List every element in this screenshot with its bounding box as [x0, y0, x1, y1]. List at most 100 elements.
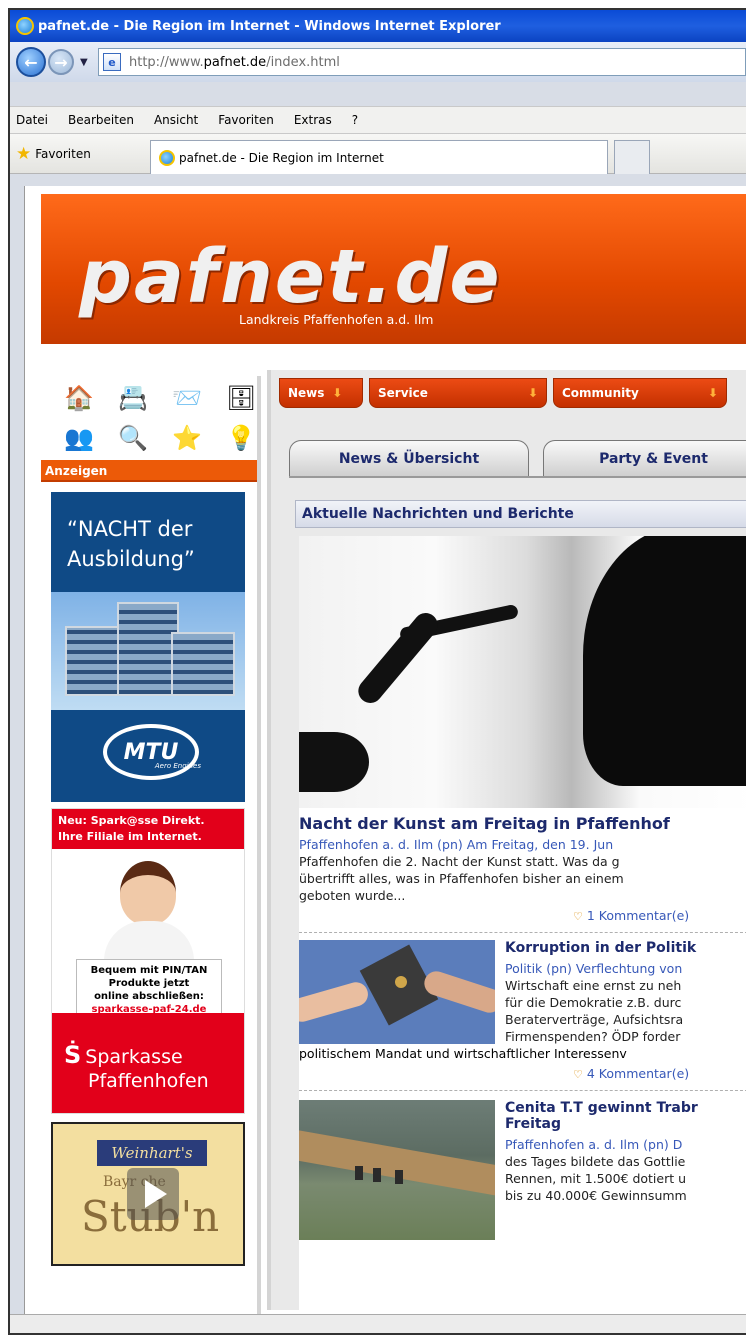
favorites-star-icon[interactable]: ★ — [16, 144, 31, 164]
browser-window: pafnet.de - Die Region im Internet - Win… — [8, 8, 746, 1335]
ad-mtu-building-image — [51, 592, 245, 710]
ad-sparkasse-brand: Ṡ Sparkasse Pfaffenhofen — [52, 1013, 244, 1113]
article-1-line-4: geboten wurde... — [299, 888, 406, 903]
article-3-line-1: Pfaffenhofen a. d. Ilm (pn) D — [505, 1137, 683, 1152]
comment-icon: ♡ — [573, 910, 583, 923]
tab-underline — [289, 476, 746, 478]
ad-sparkasse[interactable]: Neu: Spark@sse Direkt. Ihre Filiale im I… — [51, 808, 245, 1114]
tab-ie-icon — [159, 149, 175, 166]
menu-help[interactable]: ? — [352, 113, 358, 127]
nav-service-label: Service — [378, 386, 428, 400]
hand-shape — [299, 979, 371, 1025]
article-2-comments[interactable]: ♡ 4 Kommentar(e) — [573, 1066, 689, 1081]
star-icon[interactable]: ⭐ — [169, 422, 205, 454]
url-path: /index.html — [266, 54, 340, 70]
new-tab-button[interactable] — [614, 140, 650, 174]
menu-extras[interactable]: Extras — [294, 113, 332, 127]
content-tabs: News & Übersicht Party & Event — [289, 440, 746, 476]
back-button[interactable]: ← — [16, 47, 46, 77]
tab-news-uebersicht[interactable]: News & Übersicht — [289, 440, 529, 476]
ad-person-shirt — [104, 921, 194, 961]
article-2-thumbnail[interactable] — [299, 940, 495, 1044]
ad-person-image — [120, 861, 176, 925]
window-title: pafnet.de - Die Region im Internet - Win… — [38, 18, 501, 34]
ad-mtu-line-1: “NACHT der — [67, 517, 193, 541]
menu-datei[interactable]: Datei — [16, 113, 48, 127]
article-1-comments[interactable]: ♡ 1 Kommentar(e) — [573, 908, 689, 923]
saxophone-bell-shape — [299, 732, 369, 792]
nav-news-label: News — [288, 386, 325, 400]
nav-community[interactable]: Community ⬇ — [553, 378, 727, 408]
page-icon: e — [103, 53, 121, 71]
left-sidebar: 🏠 📇 📨 🗄 👥 🔍 ⭐ 💡 Anzeigen “NACHT der Ausb… — [41, 376, 261, 1316]
article-2-line-3: für die Demokratie z.B. durc — [505, 995, 682, 1010]
article-3-line-4: bis zu 40.000€ Gewinnsumm — [505, 1188, 687, 1203]
weinhart-sign: Weinhart's — [97, 1140, 207, 1166]
lightbulb-icon[interactable]: 💡 — [223, 422, 259, 454]
comment-icon: ♡ — [573, 1068, 583, 1081]
ad-mtu-headline: “NACHT der Ausbildung” — [51, 492, 245, 574]
building-block — [171, 632, 235, 696]
page-viewport: pafnet.de Landkreis Pfaffenhofen a.d. Il… — [24, 186, 746, 1326]
title-bar: pafnet.de - Die Region im Internet - Win… — [10, 10, 746, 42]
article-3-line-3: Rennen, mit 1.500€ dotiert u — [505, 1171, 687, 1186]
database-icon[interactable]: 🗄 — [223, 382, 259, 414]
building-block — [65, 626, 125, 696]
menu-bearbeiten[interactable]: Bearbeiten — [68, 113, 134, 127]
address-row: ← → ▼ e http://www. pafnet.de/index.html — [10, 42, 746, 82]
users-icon[interactable]: 👥 — [61, 422, 97, 454]
article-1-line-2: Pfaffenhofen die 2. Nacht der Kunst stat… — [299, 854, 620, 869]
menu-ansicht[interactable]: Ansicht — [154, 113, 198, 127]
menu-favoriten[interactable]: Favoriten — [218, 113, 274, 127]
article-hero-image[interactable] — [299, 536, 746, 808]
article-3-line-2: des Tages bildete das Gottlie — [505, 1154, 686, 1169]
article-3-thumbnail[interactable] — [299, 1100, 495, 1240]
article-2-line-5: Firmenspenden? ÖDP forder — [505, 1029, 681, 1044]
ad-mtu-line-2: Ausbildung” — [67, 547, 195, 571]
race-track-shape — [299, 1127, 495, 1203]
search-icon[interactable]: 🔍 — [115, 422, 151, 454]
arrow-down-icon: ⬇ — [332, 386, 343, 400]
section-title: Aktuelle Nachrichten und Berichte — [295, 500, 746, 528]
nav-service[interactable]: Service ⬇ — [369, 378, 547, 408]
horse-shape — [355, 1166, 363, 1180]
bow-shape — [395, 976, 407, 988]
nav-news[interactable]: News ⬇ — [279, 378, 363, 408]
address-bar[interactable]: e http://www. pafnet.de/index.html — [98, 48, 746, 76]
forward-button[interactable]: → — [48, 49, 74, 75]
site-logo[interactable]: pafnet.de — [79, 234, 502, 320]
home-icon[interactable]: 🏠 — [61, 382, 97, 414]
ie-logo-icon — [16, 17, 34, 35]
spk-box-line-3: online abschließen: — [94, 991, 204, 1002]
horse-shape — [373, 1168, 381, 1182]
spk-box-line-2: Produkte jetzt — [108, 978, 190, 989]
separator — [299, 932, 746, 933]
ads-label: Anzeigen — [41, 460, 257, 482]
article-3-title-2[interactable]: Freitag — [505, 1116, 561, 1132]
tab-title: pafnet.de - Die Region im Internet — [179, 150, 384, 165]
article-1-title[interactable]: Nacht der Kunst am Freitag in Pfaffenhof — [299, 814, 746, 833]
article-3-title-1[interactable]: Cenita T.T gewinnt Trabr — [505, 1100, 698, 1116]
history-dropdown-icon[interactable]: ▼ — [80, 57, 92, 68]
tab-party-event[interactable]: Party & Event — [543, 440, 746, 476]
ad-weinhart-video[interactable]: Weinhart's Bayr che Stub'n — [51, 1122, 245, 1266]
mtu-logo-sub: Aero Engines — [154, 762, 201, 770]
site-nav: News ⬇ Service ⬇ Community ⬇ — [279, 378, 727, 408]
mtu-logo-text: MTU — [123, 739, 179, 765]
status-bar — [10, 1314, 746, 1333]
play-icon[interactable] — [127, 1168, 179, 1220]
favorites-button[interactable]: Favoriten — [35, 147, 91, 161]
spk-top-line-2: Ihre Filiale im Internet. — [58, 830, 202, 843]
address-card-icon[interactable]: 📇 — [115, 382, 151, 414]
building-block — [117, 602, 179, 696]
ad-mtu[interactable]: “NACHT der Ausbildung” MTU Aero Engines — [51, 492, 245, 802]
favorites-bar: ★ Favoriten pafnet.de - Die Region im In… — [10, 134, 746, 174]
article-1-comments-label: 1 Kommentar(e) — [586, 908, 690, 923]
article-2-title[interactable]: Korruption in der Politik — [505, 940, 696, 956]
browser-tab[interactable]: pafnet.de - Die Region im Internet — [150, 140, 608, 174]
mail-icon[interactable]: 📨 — [169, 382, 205, 414]
article-1-teaser: Pfaffenhofen a. d. Ilm (pn) Am Freitag, … — [299, 836, 746, 904]
horse-shape — [395, 1170, 403, 1184]
menu-bar: Datei Bearbeiten Ansicht Favoriten Extra… — [10, 106, 746, 134]
news-list: Nacht der Kunst am Freitag in Pfaffenhof… — [299, 536, 746, 1316]
